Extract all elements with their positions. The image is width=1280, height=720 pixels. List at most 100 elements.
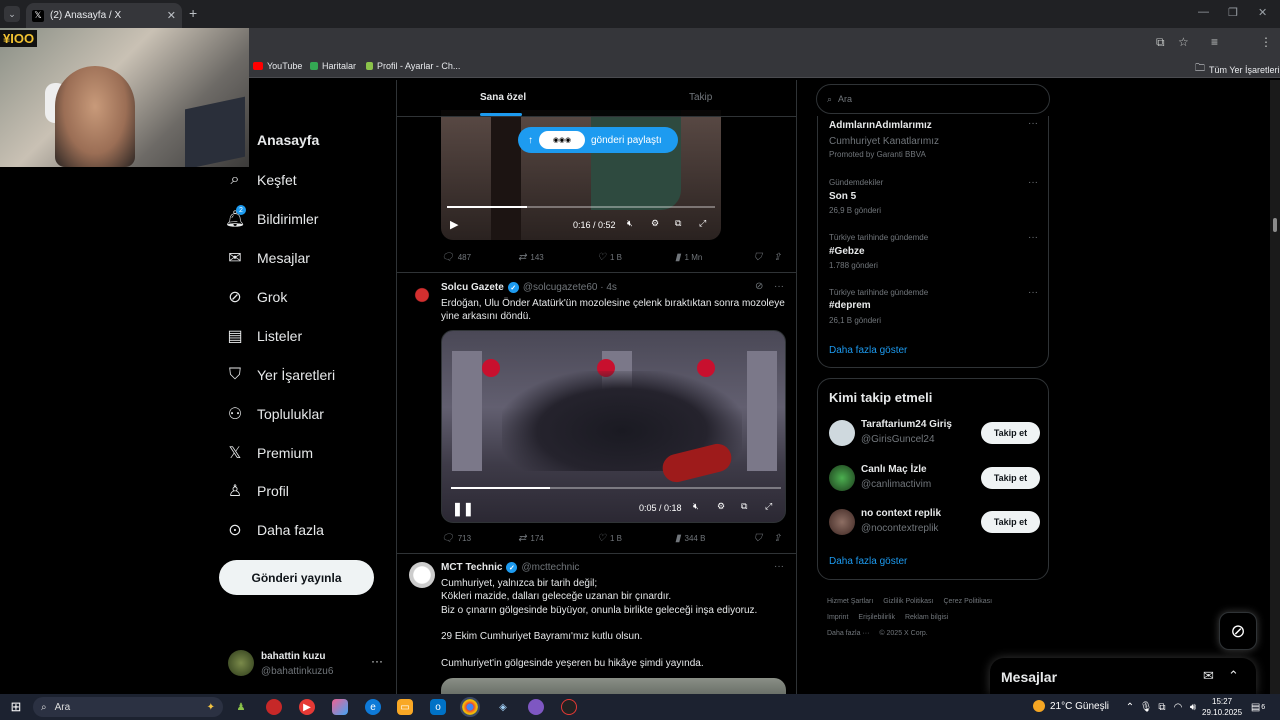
- post-button[interactable]: Gönderi yayınla: [219, 560, 374, 595]
- app-icon[interactable]: [561, 699, 577, 715]
- chevron-up-icon[interactable]: ⌃: [1122, 699, 1138, 715]
- nav-premium[interactable]: 𝕏 Premium: [225, 443, 313, 463]
- network-icon[interactable]: ⧉: [1154, 699, 1170, 715]
- scrollbar-thumb[interactable]: [1273, 218, 1277, 232]
- promoted-title[interactable]: AdımlarınAdımlarımız: [829, 120, 932, 131]
- nav-communities[interactable]: ⚇ Topluluklar: [225, 404, 324, 424]
- author-handle[interactable]: @mcttechnic: [521, 562, 579, 573]
- video-progress-bar[interactable]: [447, 206, 715, 208]
- new-message-icon[interactable]: ✉: [1203, 668, 1214, 684]
- bookmark-youtube[interactable]: YouTube: [253, 61, 302, 71]
- browser-tab[interactable]: 𝕏 (2) Anasayfa / X ✕: [26, 3, 182, 28]
- new-posts-pill[interactable]: ↑ ◉◉◉ gönderi paylaştı: [518, 127, 678, 153]
- taskbar-search[interactable]: ⌕ Ara ✦: [33, 697, 223, 717]
- nav-lists[interactable]: ▤ Listeler: [225, 326, 302, 346]
- author-name[interactable]: Solcu Gazete: [441, 282, 504, 293]
- more-icon[interactable]: ···: [1028, 287, 1038, 298]
- fullscreen-icon[interactable]: ⤢: [765, 501, 772, 512]
- play-icon[interactable]: ▶: [450, 218, 458, 231]
- fullscreen-icon[interactable]: ⤢: [699, 218, 706, 229]
- more-icon[interactable]: ···: [1028, 177, 1038, 188]
- nav-more[interactable]: ⊙ Daha fazla: [225, 520, 324, 540]
- pip-icon[interactable]: ⧉: [741, 501, 747, 512]
- share-button[interactable]: ⇪: [773, 252, 781, 263]
- like-button[interactable]: ♡ 1 B: [597, 252, 622, 263]
- bookmark-maps[interactable]: Haritalar: [310, 61, 356, 71]
- tab-search-button[interactable]: ⌄: [4, 6, 20, 22]
- restore-button[interactable]: ❐: [1228, 6, 1238, 19]
- follow-suggestion[interactable]: Canlı Maç İzle @canlimactivim Takip et: [829, 464, 1041, 494]
- app-icon[interactable]: ♟: [233, 699, 249, 715]
- like-button[interactable]: ♡ 1 B: [597, 533, 622, 544]
- grok-icon[interactable]: ⊘: [1219, 612, 1257, 650]
- system-clock[interactable]: 15:27 29.10.2025: [1202, 696, 1242, 718]
- bookmark-profile[interactable]: Profil - Ayarlar - Ch...: [366, 61, 460, 71]
- outlook-icon[interactable]: o: [430, 699, 446, 715]
- nav-messages[interactable]: ✉ Mesajlar: [225, 248, 310, 268]
- media-control-icon[interactable]: ≡: [1211, 35, 1218, 49]
- notification-center-icon[interactable]: ▤ 6: [1250, 699, 1266, 715]
- search-input[interactable]: ⌕ Ara: [816, 84, 1050, 114]
- show-more-link[interactable]: Daha fazla göster: [829, 345, 907, 356]
- views-button[interactable]: ▮ 1 Mn: [675, 252, 702, 263]
- minimize-button[interactable]: —: [1198, 6, 1209, 18]
- app-icon[interactable]: ◈: [495, 699, 511, 715]
- close-tab-icon[interactable]: ✕: [167, 9, 176, 22]
- copilot-icon[interactable]: [332, 699, 348, 715]
- new-tab-button[interactable]: +: [189, 5, 197, 21]
- share-button[interactable]: ⇪: [773, 533, 781, 544]
- author-avatar[interactable]: [409, 562, 435, 588]
- more-icon[interactable]: ···: [774, 561, 784, 572]
- account-switcher[interactable]: bahattin kuzu @bahattinkuzu6 ···: [228, 650, 388, 680]
- messages-drawer[interactable]: Mesajlar ✉ ⌃: [990, 658, 1256, 694]
- volume-icon[interactable]: 🔊︎: [1185, 699, 1201, 715]
- home-nav-label[interactable]: Anasayfa: [257, 132, 319, 148]
- follow-button[interactable]: Takip et: [981, 467, 1040, 489]
- trend-name[interactable]: #Gebze: [829, 246, 865, 257]
- chrome-icon[interactable]: [460, 697, 480, 717]
- nav-notifications[interactable]: 🔔︎ 2 Bildirimler: [225, 205, 318, 229]
- settings-icon[interactable]: ⚙: [717, 501, 725, 512]
- windows-start-icon[interactable]: ⊞: [8, 699, 24, 715]
- bookmark-button[interactable]: ⛉: [754, 252, 762, 263]
- weather-widget[interactable]: 21°C Güneşli: [1033, 700, 1109, 712]
- more-icon[interactable]: ···: [1028, 232, 1038, 243]
- repost-button[interactable]: ⇄ 143: [518, 252, 544, 263]
- more-icon[interactable]: ···: [1028, 118, 1038, 129]
- expand-icon[interactable]: ⌃: [1228, 668, 1239, 684]
- edge-icon[interactable]: e: [365, 699, 381, 715]
- repost-button[interactable]: ⇄ 174: [518, 533, 544, 544]
- reply-button[interactable]: 🗨︎ 487: [441, 252, 471, 263]
- follow-suggestion[interactable]: no context replik @nocontextreplik Takip…: [829, 508, 1041, 538]
- follow-suggestion[interactable]: Taraftarium24 Giriş @GirisGuncel24 Takip…: [829, 419, 1041, 449]
- close-window-button[interactable]: ✕: [1258, 6, 1267, 19]
- wifi-icon[interactable]: ◠: [1170, 699, 1186, 715]
- file-explorer-icon[interactable]: ▭: [397, 699, 413, 715]
- nav-grok[interactable]: ⊘ Grok: [225, 287, 287, 307]
- trend-name[interactable]: Son 5: [829, 191, 856, 202]
- more-icon[interactable]: ···: [774, 281, 784, 292]
- bookmark-button[interactable]: ⛉: [754, 533, 762, 544]
- video-progress-bar[interactable]: [451, 487, 781, 489]
- app-icon[interactable]: [266, 699, 282, 715]
- tweet-media[interactable]: [441, 678, 786, 694]
- all-bookmarks[interactable]: 🗀 Tüm Yer İşaretleri: [1195, 61, 1280, 78]
- show-more-link[interactable]: Daha fazla göster: [829, 556, 907, 567]
- author-handle[interactable]: @solcugazete60 · 4s: [523, 282, 617, 293]
- install-app-icon[interactable]: ⧉: [1156, 35, 1165, 50]
- author-avatar[interactable]: [409, 282, 435, 308]
- bookmark-star-icon[interactable]: ☆: [1178, 35, 1189, 49]
- mute-icon[interactable]: 🔇︎: [627, 218, 633, 229]
- reply-button[interactable]: 🗨︎ 713: [441, 533, 471, 544]
- nav-bookmarks[interactable]: ⛉ Yer İşaretleri: [225, 365, 335, 385]
- follow-button[interactable]: Takip et: [981, 422, 1040, 444]
- more-icon[interactable]: ···: [371, 654, 383, 668]
- follow-button[interactable]: Takip et: [981, 511, 1040, 533]
- trend-name[interactable]: #deprem: [829, 300, 871, 311]
- pip-icon[interactable]: ⧉: [675, 218, 681, 229]
- grok-icon[interactable]: ⊘: [755, 281, 763, 292]
- nav-profile[interactable]: ♙ Profil: [225, 481, 289, 501]
- mute-icon[interactable]: 🔇︎: [693, 501, 699, 512]
- pause-icon[interactable]: ❚❚: [452, 501, 474, 517]
- nav-explore[interactable]: ⌕ Keşfet: [225, 170, 297, 190]
